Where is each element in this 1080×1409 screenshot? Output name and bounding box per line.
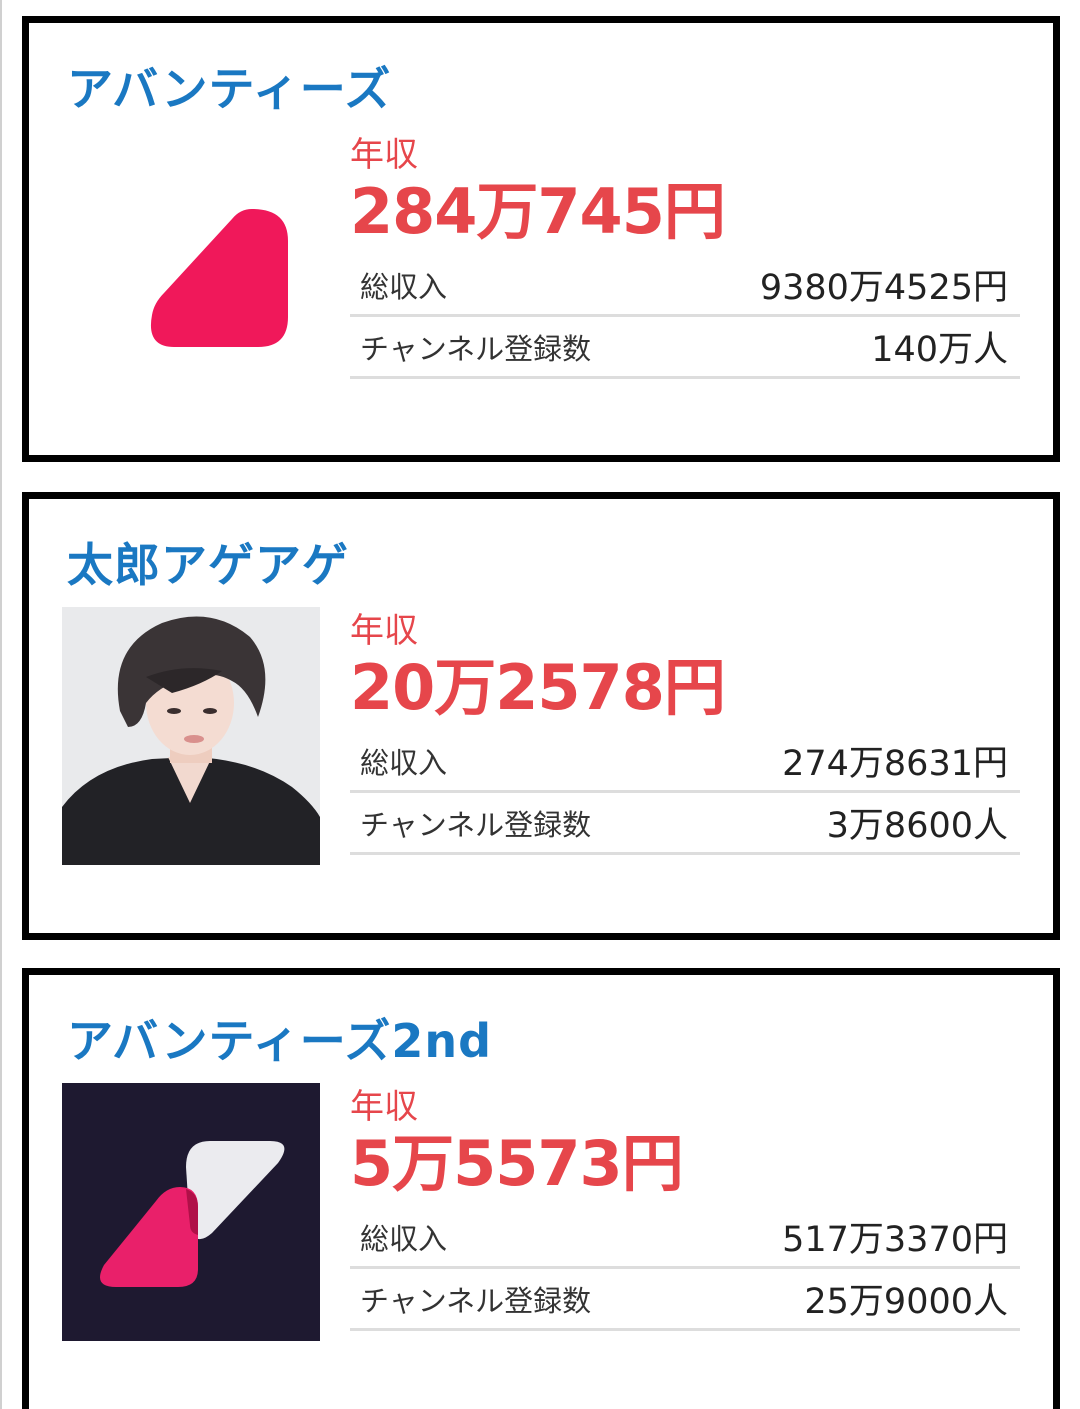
stats-panel: 年収 284万745円 総収入 9380万4525円 チャンネル登録数 140万… — [350, 135, 1020, 379]
total-income-label: 総収入 — [360, 269, 448, 304]
channel-card[interactable]: 太郎アゲアゲ 年収 20万2578円 総収入 274万8631円 チャンネル登録… — [22, 492, 1060, 940]
annual-income-value: 5万5573円 — [350, 1127, 684, 1200]
channel-logo[interactable] — [62, 131, 320, 389]
channel-name[interactable]: 太郎アゲアゲ — [67, 529, 349, 595]
channel-logo[interactable] — [62, 1083, 320, 1341]
total-income-row: 総収入 517万3370円 — [350, 1207, 1020, 1269]
total-income-row: 総収入 9380万4525円 — [350, 255, 1020, 317]
stats-panel: 年収 5万5573円 総収入 517万3370円 チャンネル登録数 25万900… — [350, 1087, 1020, 1331]
subscribers-label: チャンネル登録数 — [360, 331, 592, 366]
annual-income-value: 20万2578円 — [350, 651, 726, 724]
subscribers-row: チャンネル登録数 3万8600人 — [350, 793, 1020, 855]
subscribers-label: チャンネル登録数 — [360, 807, 592, 842]
annual-income-value: 284万745円 — [350, 175, 726, 248]
total-income-value: 9380万4525円 — [759, 268, 1008, 308]
total-income-value: 274万8631円 — [782, 744, 1008, 784]
channel-name[interactable]: アバンティーズ — [67, 53, 391, 119]
total-income-value: 517万3370円 — [782, 1220, 1008, 1260]
subscribers-value: 25万9000人 — [804, 1282, 1008, 1322]
page: アバンティーズ 年収 284万745円 総収入 9380万4525円 チャンネル… — [0, 0, 1080, 1409]
annual-income-label: 年収 — [350, 1087, 418, 1127]
channel-card[interactable]: アバンティーズ 年収 284万745円 総収入 9380万4525円 チャンネル… — [22, 16, 1060, 462]
avanties-logo-icon — [62, 131, 320, 389]
annual-income-label: 年収 — [350, 611, 418, 651]
subscribers-row: チャンネル登録数 140万人 — [350, 317, 1020, 379]
total-income-row: 総収入 274万8631円 — [350, 731, 1020, 793]
subscribers-value: 3万8600人 — [826, 806, 1008, 846]
subscribers-value: 140万人 — [871, 330, 1008, 370]
subscribers-row: チャンネル登録数 25万9000人 — [350, 1269, 1020, 1331]
channel-card[interactable]: アバンティーズ2nd 年収 5万5573円 総収入 517万3370円 チャンネ… — [22, 968, 1060, 1409]
total-income-label: 総収入 — [360, 1221, 448, 1256]
channel-name[interactable]: アバンティーズ2nd — [67, 1005, 492, 1071]
subscribers-label: チャンネル登録数 — [360, 1283, 592, 1318]
annual-income-label: 年収 — [350, 135, 418, 175]
avanties-2nd-logo-icon — [62, 1083, 320, 1341]
profile-photo-icon — [62, 607, 320, 865]
total-income-label: 総収入 — [360, 745, 448, 780]
stats-panel: 年収 20万2578円 総収入 274万8631円 チャンネル登録数 3万860… — [350, 611, 1020, 855]
channel-photo[interactable] — [62, 607, 320, 865]
